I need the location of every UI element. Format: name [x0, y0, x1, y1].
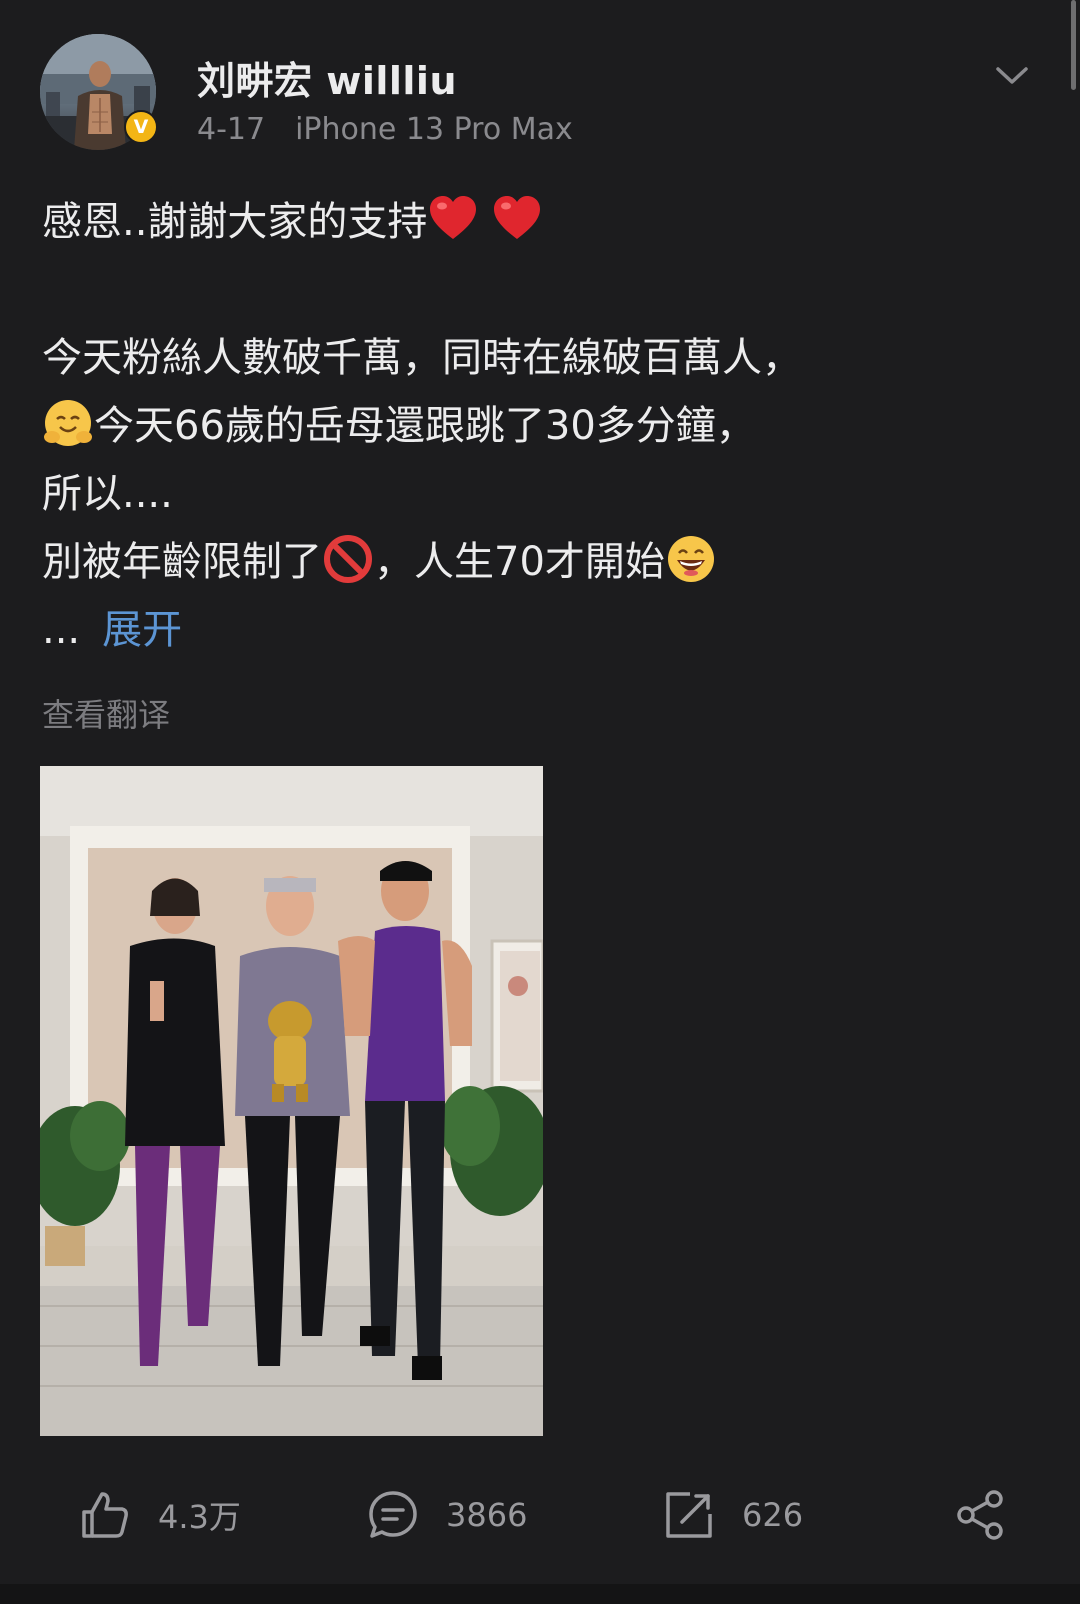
like-count: 4.3万 — [158, 1498, 241, 1536]
truncation-ellipsis: ... — [42, 607, 81, 653]
post-text: 感恩..謝謝大家的支持 今天粉絲人數破千萬，同時在線破百萬人， 今天66歲的岳母… — [42, 188, 1042, 664]
expand-row: ... 展开 — [42, 596, 1042, 664]
post-line-6: 別被年齡限制了 ，人生70才開始 — [42, 528, 1042, 596]
post-line-6b-text: ，人生70才開始 — [374, 539, 665, 585]
bottom-divider — [0, 1584, 1080, 1604]
post-line-1: 感恩..謝謝大家的支持 — [42, 188, 1042, 256]
red-heart-icon — [427, 193, 479, 245]
post-line-4: 今天66歲的岳母還跟跳了30多分鐘， — [42, 392, 1042, 460]
share-button[interactable] — [954, 1480, 1008, 1550]
post-line-1-text: 感恩..謝謝大家的支持 — [42, 199, 428, 245]
comment-count: 3866 — [446, 1496, 528, 1534]
post-line-3: 今天粉絲人數破千萬，同時在線破百萬人， — [42, 335, 802, 381]
post-line-4-text: 今天66歲的岳母還跟跳了30多分鐘， — [94, 403, 756, 449]
author-name[interactable]: 刘畊宏 willliu — [197, 50, 457, 105]
post-photo[interactable] — [40, 766, 543, 1436]
post-device: iPhone 13 Pro Max — [295, 112, 573, 147]
verified-badge-icon: V — [124, 110, 158, 144]
post-meta: 4-17 iPhone 13 Pro Max — [197, 112, 573, 147]
comment-button[interactable]: 3866 — [366, 1480, 527, 1550]
comment-icon — [369, 1491, 417, 1538]
scrollbar[interactable] — [1071, 0, 1076, 90]
prohibited-icon — [322, 533, 374, 585]
repost-icon — [666, 1492, 712, 1538]
red-heart-icon — [491, 193, 543, 245]
hugging-face-icon — [42, 397, 94, 449]
post-date: 4-17 — [197, 112, 266, 147]
share-icon — [957, 1490, 1003, 1540]
repost-count: 626 — [742, 1496, 804, 1534]
author-avatar[interactable]: V — [40, 34, 158, 150]
expand-link[interactable]: 展开 — [102, 607, 182, 653]
thumbs-up-icon — [82, 1492, 128, 1538]
repost-button[interactable]: 626 — [662, 1480, 803, 1550]
like-button[interactable]: 4.3万 — [78, 1480, 241, 1550]
translate-link[interactable]: 查看翻译 — [42, 690, 170, 736]
action-bar: 4.3万 3866 626 — [0, 1480, 1080, 1550]
post-line-6a-text: 別被年齡限制了 — [42, 539, 322, 585]
grinning-face-icon — [665, 533, 717, 585]
chevron-down-icon[interactable] — [994, 60, 1030, 90]
post-line-5: 所以.... — [42, 471, 173, 517]
